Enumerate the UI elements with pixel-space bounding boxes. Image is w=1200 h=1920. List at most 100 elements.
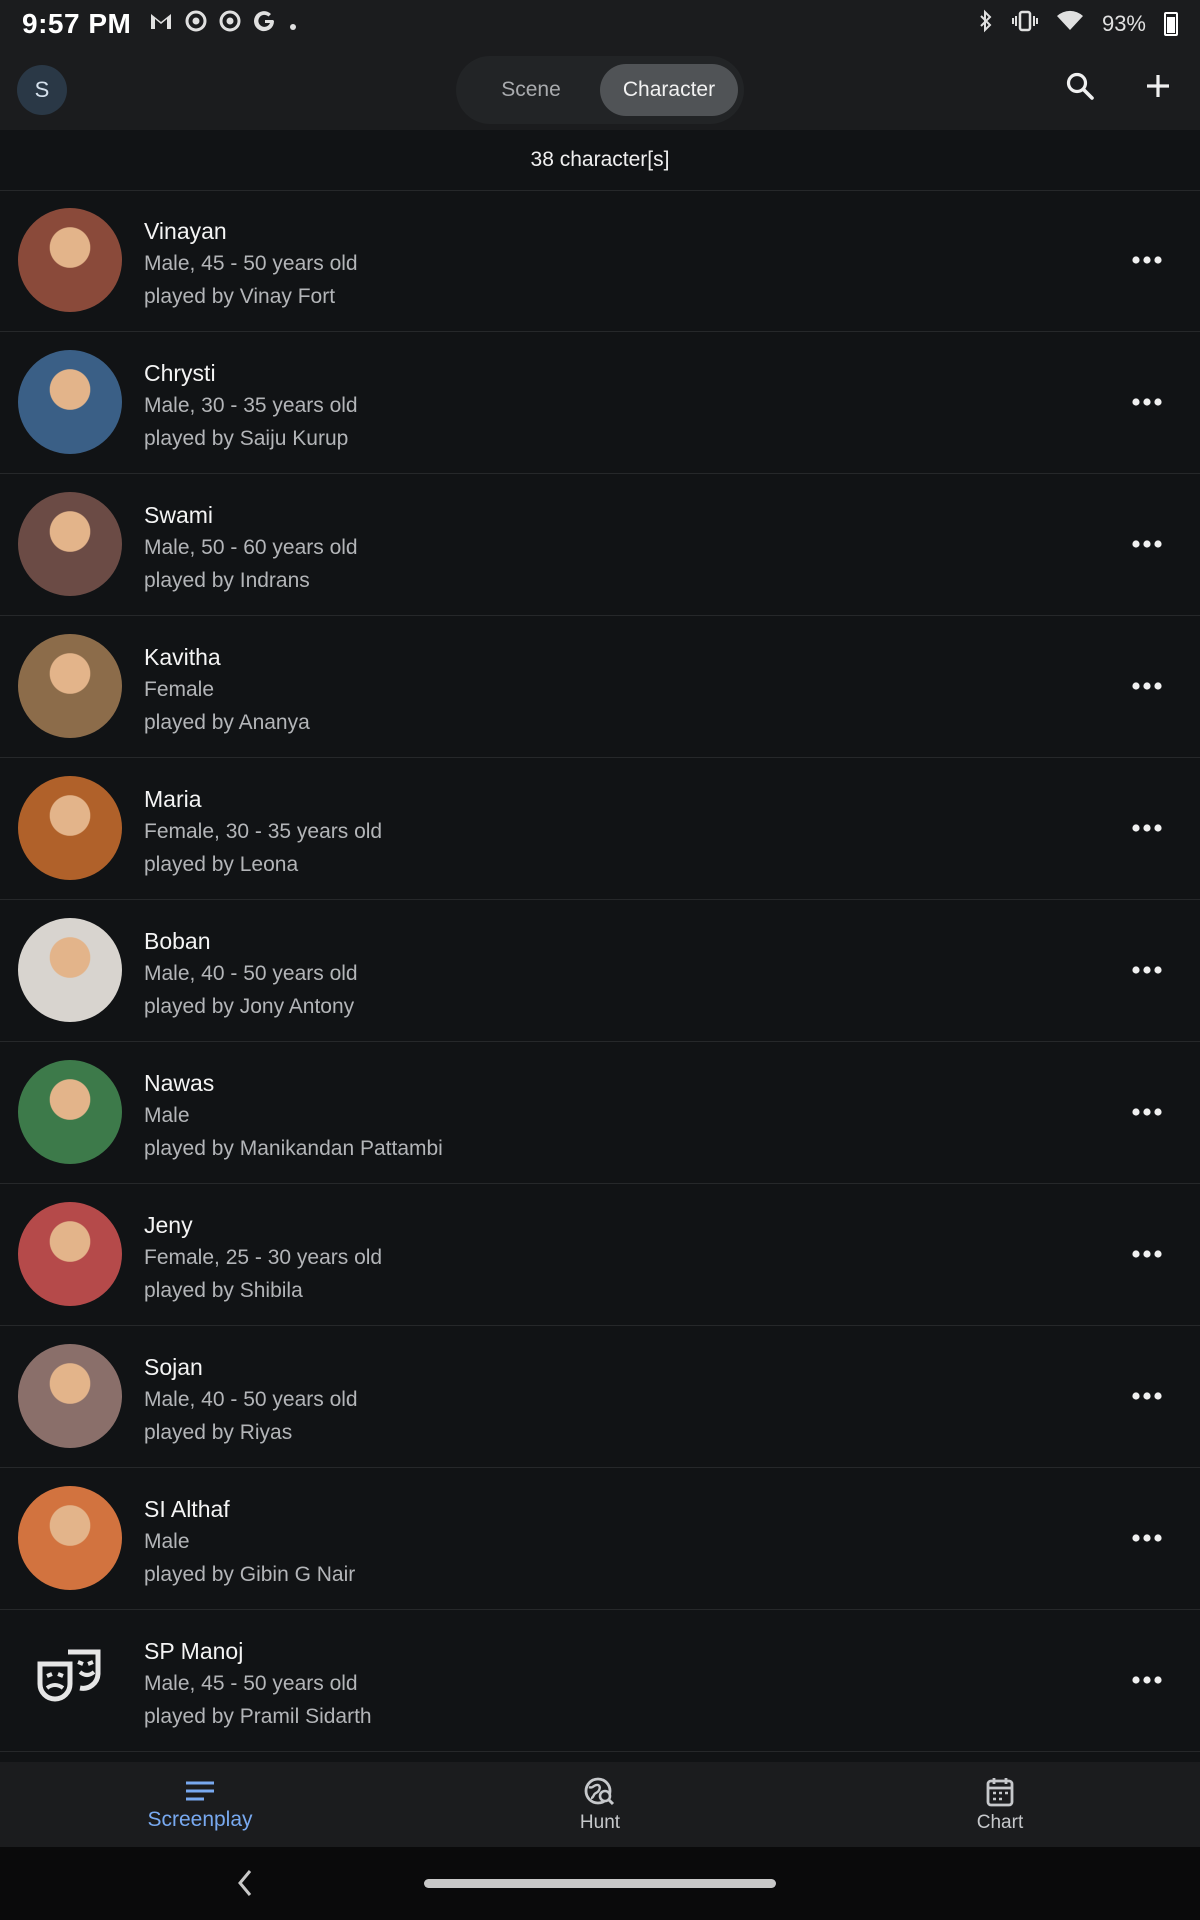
back-button[interactable] [236, 1867, 256, 1904]
character-row[interactable]: Boban Male, 40 - 50 years old played by Jo… [0, 900, 1200, 1042]
bottom-navigation: Screenplay Hunt Chart [0, 1762, 1200, 1847]
search-icon [1066, 72, 1094, 100]
character-name: Sojan [144, 1354, 203, 1380]
character-actor: played by Ananya [144, 711, 310, 734]
system-icons: 93% [978, 9, 1178, 39]
dot-icon [289, 11, 297, 37]
character-row[interactable]: Vinayan Male, 45 - 50 years old played by … [0, 190, 1200, 332]
chevron-left-icon [238, 1870, 252, 1896]
character-row[interactable]: Nawas Male played by Manikandan Pattambi [0, 1042, 1200, 1184]
nav-label: Hunt [579, 1811, 621, 1833]
app-actions [1056, 62, 1182, 110]
nav-screenplay[interactable]: Screenplay [0, 1762, 400, 1847]
nav-label: Chart [976, 1811, 1024, 1833]
character-actor: played by Indrans [144, 569, 310, 592]
wifi-icon [1056, 10, 1084, 38]
character-name: Vinayan [144, 218, 227, 244]
more-horizontal-icon [1132, 1108, 1162, 1116]
battery-icon [1164, 12, 1178, 36]
character-row[interactable]: Swami Male, 50 - 60 years old played by In… [0, 474, 1200, 616]
theater-masks-icon [37, 1649, 101, 1702]
character-actor: played by Shibila [144, 1279, 303, 1302]
search-button[interactable] [1056, 62, 1104, 110]
character-placeholder-icon [18, 1628, 122, 1732]
nav-chart[interactable]: Chart [800, 1762, 1200, 1847]
plus-icon [1147, 75, 1169, 97]
more-options-button[interactable] [1124, 382, 1170, 422]
character-avatar [18, 776, 122, 880]
more-options-button[interactable] [1124, 1518, 1170, 1558]
character-avatar [18, 208, 122, 312]
character-actor: played by Gibin G Nair [144, 1563, 356, 1586]
battery-percent: 93% [1101, 11, 1146, 36]
character-avatar [18, 1060, 122, 1164]
gmail-icon [149, 11, 173, 37]
character-row[interactable]: Sojan Male, 40 - 50 years old played by Ri… [0, 1326, 1200, 1468]
more-horizontal-icon [1132, 966, 1162, 974]
app-bar: S Scene Character [0, 48, 1200, 130]
character-actor: played by Pramil Sidarth [144, 1705, 372, 1728]
character-actor: played by Jony Antony [144, 995, 355, 1018]
character-details: Male [144, 1530, 190, 1553]
character-name: SP Manoj [144, 1638, 244, 1664]
character-name: Kavitha [144, 644, 221, 670]
more-options-button[interactable] [1124, 240, 1170, 280]
vibrate-icon [1011, 10, 1038, 38]
status-time: 9:57 PM [22, 8, 132, 39]
more-options-button[interactable] [1124, 1660, 1170, 1700]
character-actor: played by Leona [144, 853, 299, 876]
account-avatar[interactable]: S [17, 65, 67, 115]
more-options-button[interactable] [1124, 1376, 1170, 1416]
character-avatar [18, 1202, 122, 1306]
character-name: Boban [144, 928, 211, 954]
character-details: Male, 50 - 60 years old [144, 536, 358, 559]
tab-scene[interactable]: Scene [462, 64, 600, 116]
character-name: Chrysti [144, 360, 216, 386]
calendar-icon [986, 1777, 1014, 1806]
character-row[interactable]: SP Manoj Male, 45 - 50 years old played by… [0, 1610, 1200, 1752]
add-character-button[interactable] [1134, 62, 1182, 110]
character-details: Male, 45 - 50 years old [144, 252, 358, 275]
character-row[interactable]: Maria Female, 30 - 35 years old played by … [0, 758, 1200, 900]
more-horizontal-icon [1132, 682, 1162, 690]
character-actor: played by Manikandan Pattambi [144, 1137, 443, 1160]
character-details: Female [144, 678, 215, 701]
character-details: Male, 40 - 50 years old [144, 962, 358, 985]
google-icon [253, 9, 277, 39]
more-horizontal-icon [1132, 1676, 1162, 1684]
status-bar: 9:57 PM 93% [0, 0, 1200, 48]
globe-search-icon [584, 1777, 615, 1805]
notification-icons [149, 9, 297, 39]
character-name: SI Althaf [144, 1496, 230, 1522]
character-avatar [18, 1486, 122, 1590]
character-list: Vinayan Male, 45 - 50 years old played by … [0, 190, 1200, 1752]
more-options-button[interactable] [1124, 950, 1170, 990]
character-avatar [18, 634, 122, 738]
view-switcher: Scene Character [456, 56, 744, 124]
character-details: Male, 40 - 50 years old [144, 1388, 358, 1411]
more-horizontal-icon [1132, 1392, 1162, 1400]
character-details: Male, 45 - 50 years old [144, 1672, 358, 1695]
character-row[interactable]: Kavitha Female played by Ananya [0, 616, 1200, 758]
more-options-button[interactable] [1124, 666, 1170, 706]
character-avatar [18, 1344, 122, 1448]
nav-hunt[interactable]: Hunt [400, 1762, 800, 1847]
tab-character[interactable]: Character [600, 64, 738, 116]
more-options-button[interactable] [1124, 1092, 1170, 1132]
more-horizontal-icon [1132, 256, 1162, 264]
character-row[interactable]: SI Althaf Male played by Gibin G Nair [0, 1468, 1200, 1610]
more-options-button[interactable] [1124, 808, 1170, 848]
character-row[interactable]: Jeny Female, 25 - 30 years old played by S… [0, 1184, 1200, 1326]
character-name: Jeny [144, 1212, 193, 1238]
character-row[interactable]: Chrysti Male, 30 - 35 years old played by … [0, 332, 1200, 474]
character-avatar [18, 350, 122, 454]
more-options-button[interactable] [1124, 524, 1170, 564]
character-avatar [18, 918, 122, 1022]
home-gesture-pill[interactable] [424, 1879, 776, 1888]
character-details: Female, 30 - 35 years old [144, 820, 383, 843]
more-horizontal-icon [1132, 540, 1162, 548]
more-options-button[interactable] [1124, 1234, 1170, 1274]
character-name: Maria [144, 786, 202, 812]
more-horizontal-icon [1132, 398, 1162, 406]
chrome-icon [185, 10, 207, 38]
